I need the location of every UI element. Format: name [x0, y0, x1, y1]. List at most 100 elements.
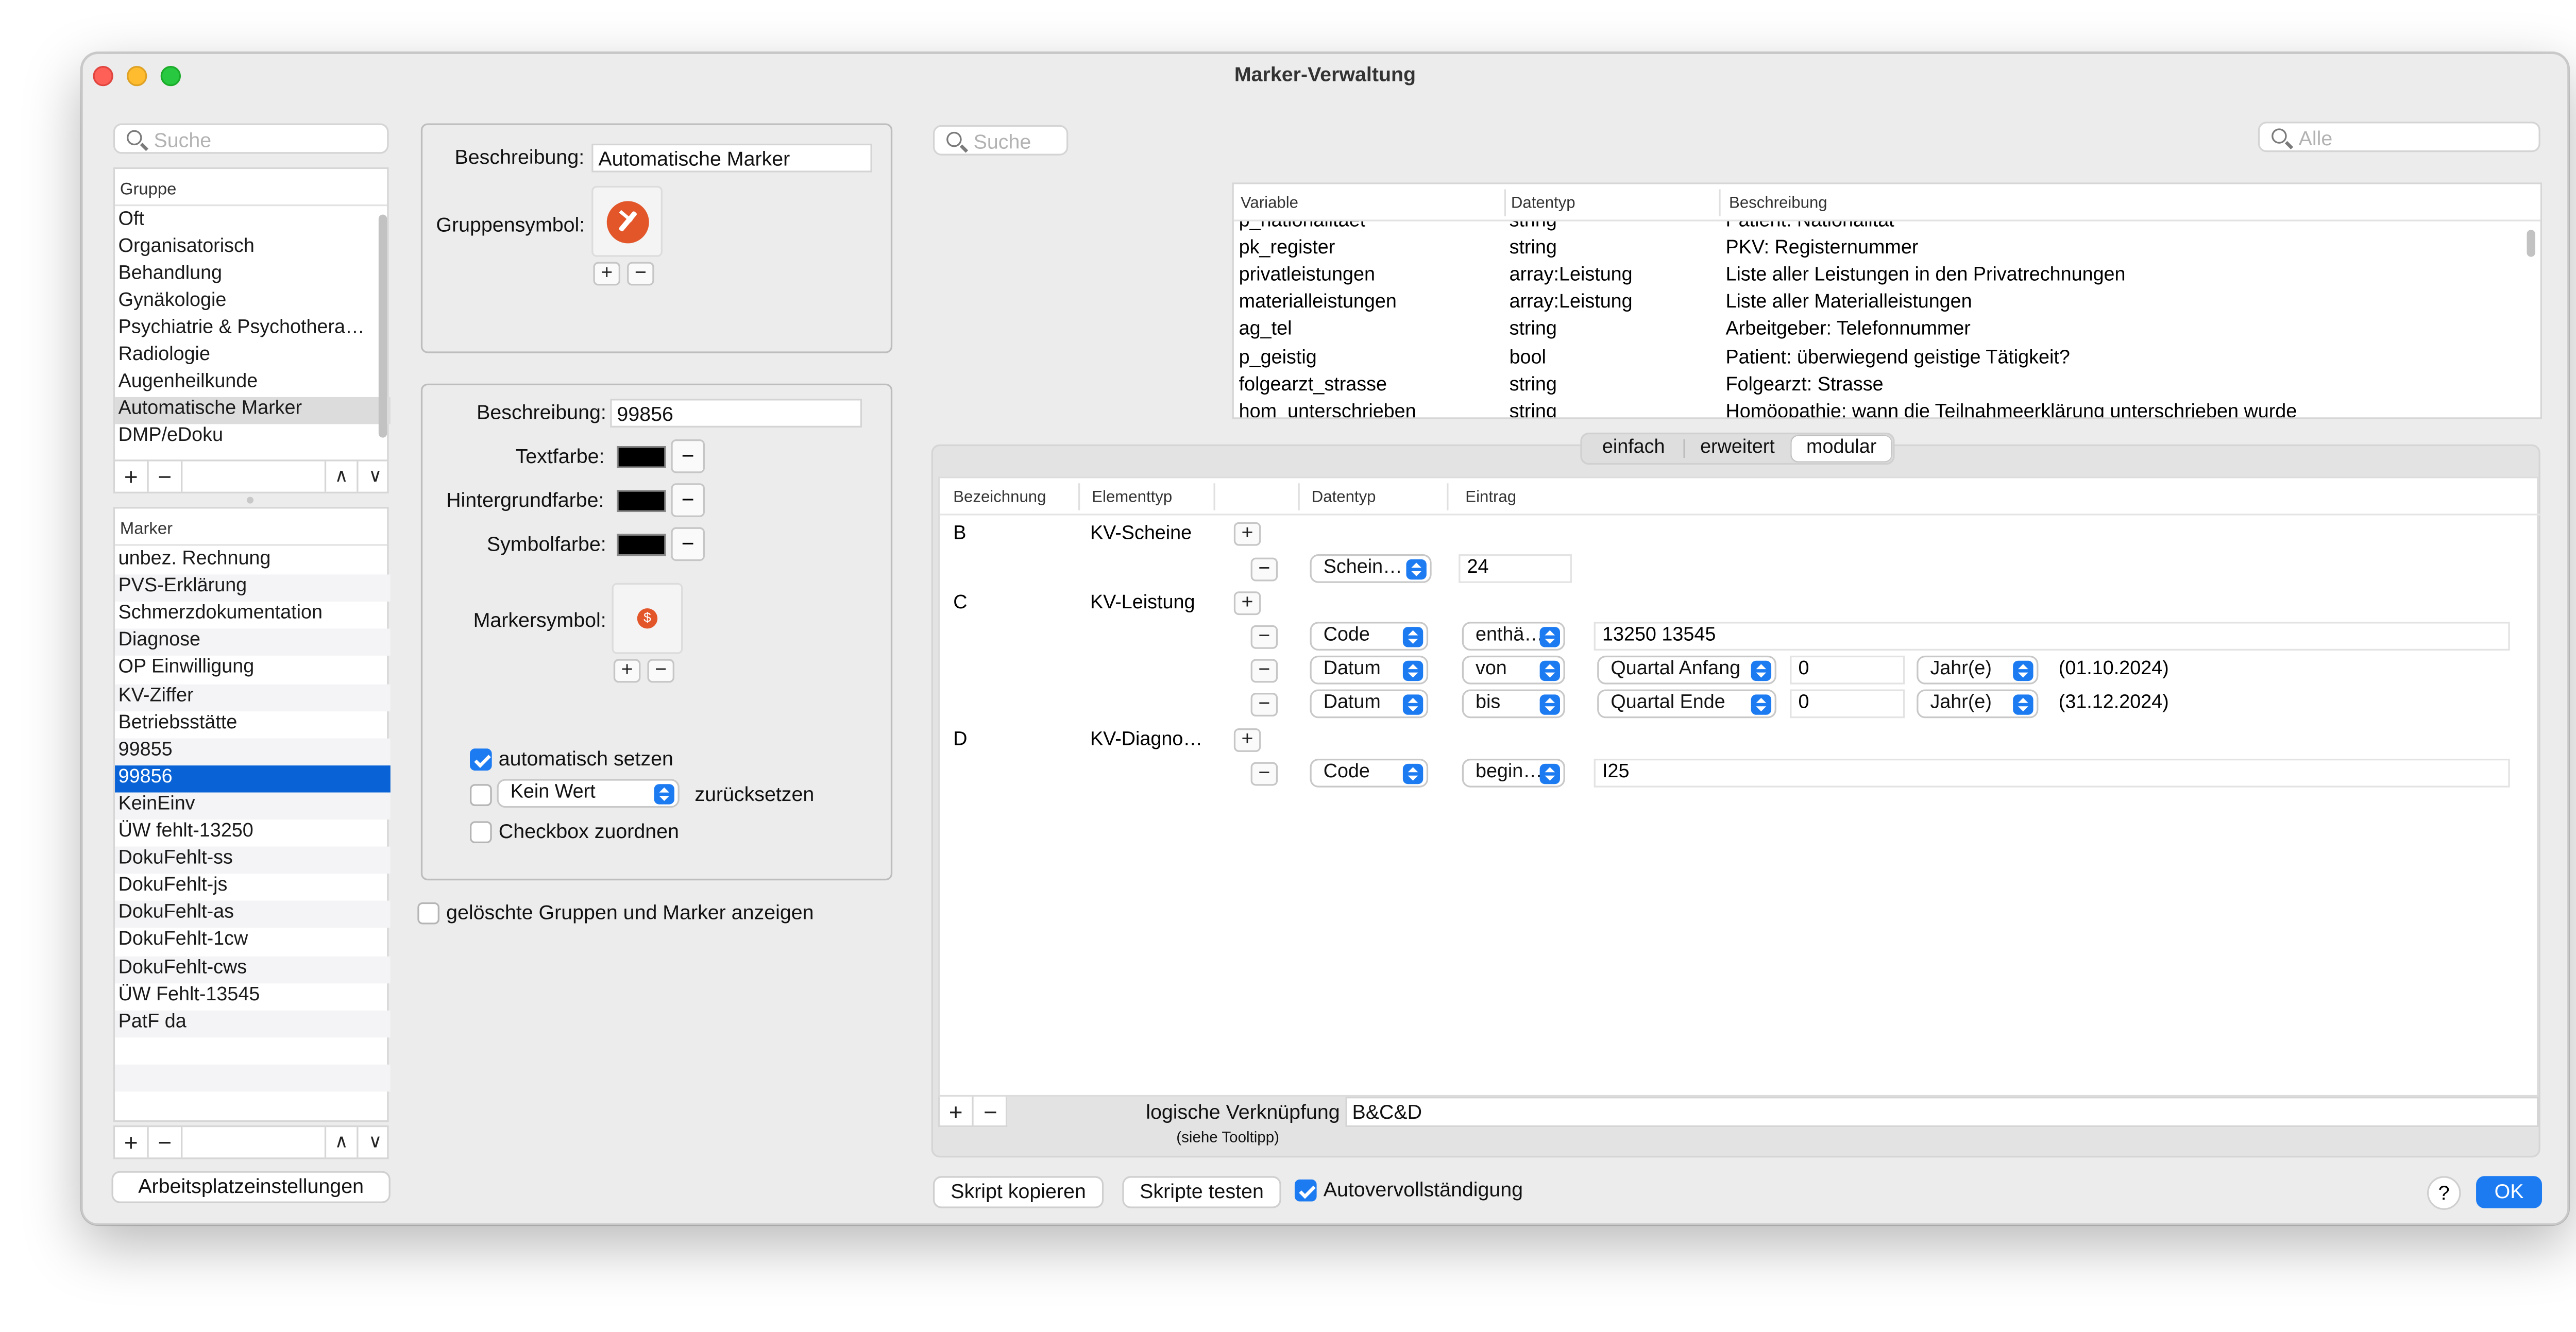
test-scripts-button[interactable]: Skripte testen: [1122, 1176, 1281, 1208]
variable-search-input[interactable]: Suche: [933, 125, 1069, 156]
variable-table-row[interactable]: hom_unterschrieben string Homöopathie: wan…: [1234, 400, 2527, 418]
marker-list-item[interactable]: 99855: [115, 738, 391, 765]
group-symbol-add-button[interactable]: +: [593, 262, 620, 286]
assign-checkbox[interactable]: [470, 821, 492, 844]
cond-c-row3-ref-popup[interactable]: Quartal Ende: [1597, 689, 1776, 719]
group-list-item[interactable]: Organisatorisch: [115, 235, 391, 262]
group-list-item[interactable]: Gynäkologie: [115, 289, 391, 316]
marker-list-item[interactable]: Diagnose: [115, 629, 391, 656]
cond-d-add-button[interactable]: +: [1233, 728, 1261, 752]
marker-desc-field[interactable]: 99856: [610, 399, 862, 428]
add-condition-button[interactable]: +: [940, 1097, 974, 1125]
marker-list-item[interactable]: KV-Ziffer: [115, 684, 391, 711]
variable-filter-input[interactable]: Alle: [2258, 122, 2540, 152]
remove-marker-button[interactable]: −: [149, 1127, 183, 1158]
cond-b-add-button[interactable]: +: [1233, 522, 1261, 546]
variable-table-row[interactable]: ag_tel string Arbeitgeber: Telefonnummer: [1234, 318, 2527, 345]
cond-c-row2-op-popup[interactable]: von: [1462, 655, 1565, 685]
marker-list-item[interactable]: unbez. Rechnung: [115, 548, 391, 574]
group-move-down-button[interactable]: ∨: [358, 462, 392, 492]
marker-list-item[interactable]: Schmerzdokumentation: [115, 602, 391, 629]
group-desc-field[interactable]: Automatische Marker: [591, 143, 872, 173]
group-symbol-well[interactable]: [591, 185, 663, 257]
marker-list-item[interactable]: Betriebsstätte: [115, 711, 391, 738]
symbol-color-well[interactable]: [617, 534, 666, 556]
marker-list-item[interactable]: DokuFehlt-ss: [115, 846, 391, 874]
marker-list-item[interactable]: DokuFehlt-1cw: [115, 928, 391, 955]
group-list-item[interactable]: Radiologie: [115, 343, 391, 370]
cond-c-row2-dtype-popup[interactable]: Datum: [1310, 655, 1429, 685]
cond-c-row1-remove-button[interactable]: −: [1250, 625, 1278, 649]
tab-modular[interactable]: modular: [1791, 436, 1891, 462]
group-list-item[interactable]: Behandlung: [115, 262, 391, 288]
reset-value-popup[interactable]: Kein Wert: [497, 779, 680, 808]
cond-b-row1-value[interactable]: 24: [1459, 554, 1572, 583]
marker-list-item[interactable]: DokuFehlt-as: [115, 901, 391, 929]
marker-symbol-well[interactable]: $: [612, 583, 683, 654]
marker-list-item[interactable]: DokuFehlt-cws: [115, 955, 391, 983]
cond-c-row2-remove-button[interactable]: −: [1250, 659, 1278, 683]
group-move-up-button[interactable]: ∧: [324, 461, 359, 492]
cond-d-row1-dtype-popup[interactable]: Code: [1310, 758, 1429, 788]
variable-table-row[interactable]: materialleistungen array:Leistung Liste al…: [1234, 291, 2527, 318]
group-list[interactable]: Gruppe Oft Organisatorisch Behandlung Gynäk…: [113, 167, 391, 462]
marker-list-item[interactable]: ÜW Fehlt-13545: [115, 983, 391, 1010]
marker-symbol-remove-button[interactable]: −: [647, 659, 674, 683]
marker-symbol-add-button[interactable]: +: [613, 659, 641, 683]
cond-c-row1-dtype-popup[interactable]: Code: [1310, 622, 1429, 651]
variable-table-row[interactable]: folgearzt_strasse string Folgearzt: Strass…: [1234, 373, 2527, 400]
group-list-item[interactable]: Augenheilkunde: [115, 370, 391, 397]
auto-set-checkbox[interactable]: [470, 748, 492, 771]
marker-list[interactable]: Marker unbez. Rechnung PVS-Erklärung Schme…: [113, 507, 391, 1122]
reset-checkbox[interactable]: [470, 784, 492, 806]
cond-d-row1-remove-button[interactable]: −: [1250, 762, 1278, 786]
group-symbol-remove-button[interactable]: −: [627, 262, 654, 286]
show-deleted-checkbox[interactable]: [417, 902, 439, 925]
symbol-color-clear-button[interactable]: −: [671, 527, 705, 561]
add-group-button[interactable]: +: [115, 461, 149, 492]
marker-list-item[interactable]: ÜW fehlt-13250: [115, 819, 391, 846]
text-color-well[interactable]: [617, 446, 666, 468]
help-button[interactable]: ?: [2427, 1176, 2461, 1210]
variable-table-row[interactable]: privatleistungen array:Leistung Liste alle…: [1234, 264, 2527, 291]
cond-c-add-button[interactable]: +: [1233, 591, 1261, 616]
cond-c-row2-ref-popup[interactable]: Quartal Anfang: [1597, 655, 1776, 685]
remove-condition-button[interactable]: −: [974, 1097, 1008, 1125]
remove-group-button[interactable]: −: [149, 461, 183, 492]
group-list-scrollbar[interactable]: [378, 214, 387, 438]
cond-c-row1-value[interactable]: 13250 13545: [1594, 622, 2510, 651]
marker-list-item[interactable]: PVS-Erklärung: [115, 574, 391, 602]
bg-color-well[interactable]: [617, 490, 666, 513]
cond-c-row2-unit-popup[interactable]: Jahr(e): [1917, 655, 2039, 685]
tab-erweitert[interactable]: erweitert: [1685, 436, 1790, 461]
logic-field[interactable]: B&C&D: [1345, 1097, 2539, 1128]
variable-table-scrollbar[interactable]: [2527, 230, 2535, 257]
group-list-item[interactable]: Automatische Marker: [115, 397, 391, 424]
cond-c-row3-remove-button[interactable]: −: [1250, 693, 1278, 716]
cond-c-row1-op-popup[interactable]: enthä…: [1462, 622, 1565, 651]
cond-c-row3-unit-popup[interactable]: Jahr(e): [1917, 689, 2039, 719]
text-color-clear-button[interactable]: −: [671, 439, 705, 473]
bg-color-clear-button[interactable]: −: [671, 483, 705, 517]
marker-list-item[interactable]: 99856: [115, 765, 391, 792]
cond-c-row2-num[interactable]: 0: [1790, 655, 1905, 685]
cond-d-row1-op-popup[interactable]: begin…: [1462, 758, 1565, 788]
autocomplete-checkbox[interactable]: [1294, 1179, 1317, 1202]
cond-d-row1-value[interactable]: I25: [1594, 758, 2510, 788]
group-list-item[interactable]: DMP/eDoku: [115, 424, 391, 451]
group-list-item[interactable]: Psychiatrie & Psychothera…: [115, 316, 391, 343]
marker-move-down-button[interactable]: ∨: [358, 1127, 392, 1157]
group-search-input[interactable]: Suche: [113, 123, 389, 154]
tab-einfach[interactable]: einfach: [1585, 436, 1682, 461]
variable-table[interactable]: Variable Datentyp Beschreibung p_nationa…: [1232, 182, 2543, 419]
variable-table-row[interactable]: pk_register string PKV: Registernummer: [1234, 237, 2527, 264]
variable-table-row[interactable]: p_nationalitaet string Patient: Nationalit…: [1234, 221, 2527, 237]
splitter-handle[interactable]: [246, 497, 254, 504]
workplace-settings-button[interactable]: Arbeitsplatzeinstellungen: [111, 1171, 391, 1203]
variable-table-row[interactable]: p_geistig bool Patient: überwiegend geisti…: [1234, 346, 2527, 372]
add-marker-button[interactable]: +: [115, 1127, 149, 1158]
cond-c-row3-op-popup[interactable]: bis: [1462, 689, 1565, 719]
group-list-item[interactable]: Oft: [115, 208, 391, 235]
marker-move-up-button[interactable]: ∧: [324, 1127, 359, 1158]
marker-list-item[interactable]: OP Einwilligung: [115, 656, 391, 683]
